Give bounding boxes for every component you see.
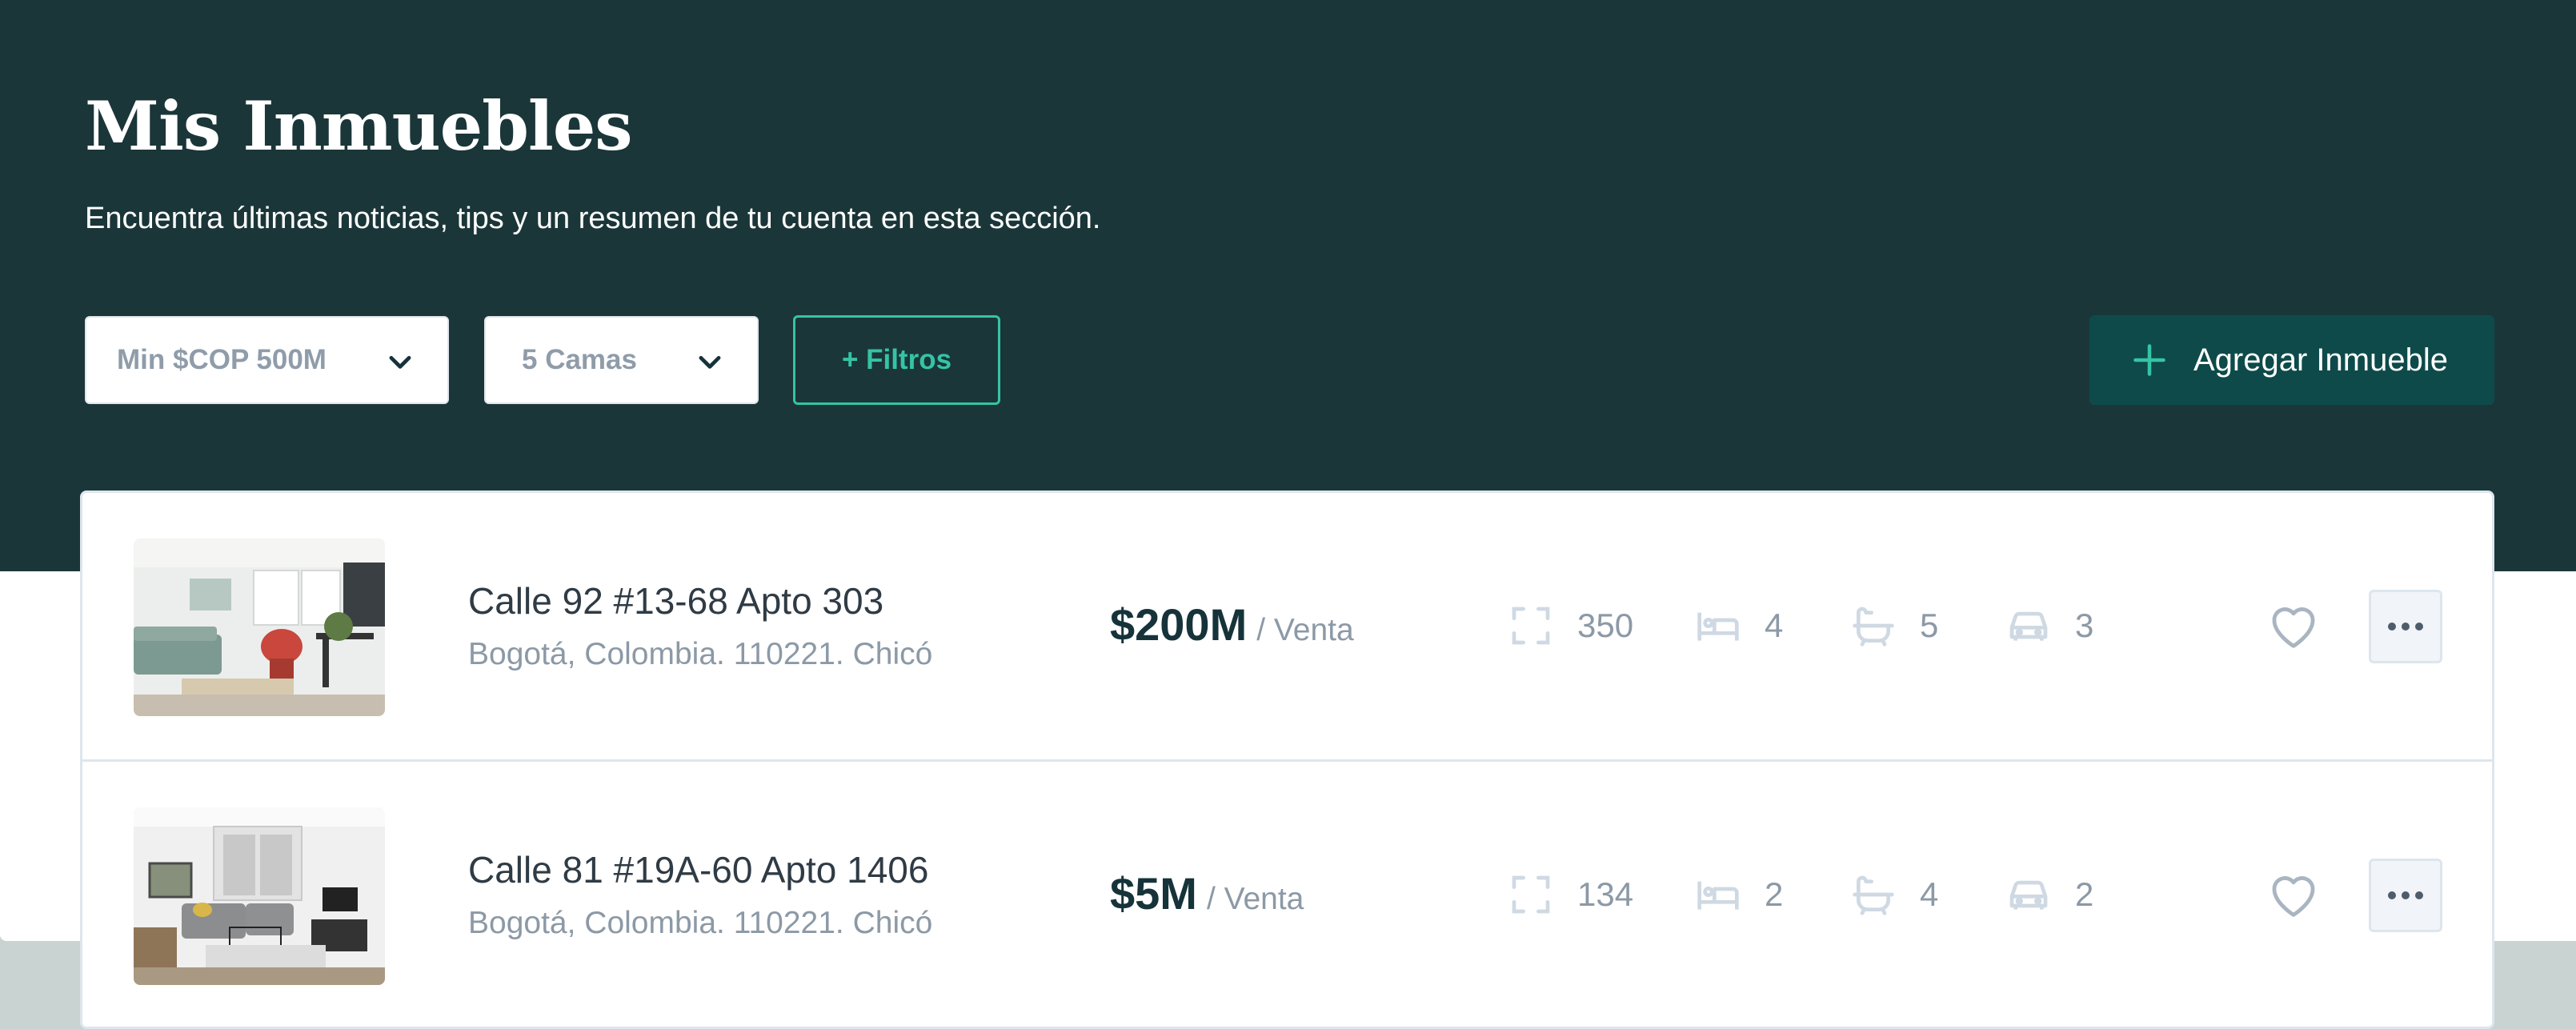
property-price: $200M / Venta	[1110, 599, 1354, 651]
parking-value: 2	[2075, 875, 2094, 913]
beds-select-value: 5 Camas	[522, 344, 637, 375]
beds-value: 4	[1765, 607, 1784, 644]
property-row[interactable]: Calle 81 #19A-60 Apto 1406 Bogotá, Colom…	[82, 762, 2492, 1027]
beds-select[interactable]: 5 Camas	[484, 316, 759, 404]
property-price: $5M / Venta	[1110, 867, 1304, 919]
more-filters-button[interactable]: + Filtros	[793, 315, 1000, 405]
min-price-select[interactable]: Min $COP 500M	[85, 316, 449, 404]
property-location: Bogotá, Colombia. 110221. Chicó	[468, 906, 933, 940]
min-price-select-value: Min $COP 500M	[117, 344, 327, 375]
property-address: Calle 92 #13-68 Apto 303	[468, 580, 884, 622]
property-photo	[134, 807, 385, 985]
price-value: $200M	[1110, 599, 1248, 650]
property-list: Calle 92 #13-68 Apto 303 Bogotá, Colombi…	[80, 490, 2494, 1029]
price-type: / Venta	[1256, 613, 1354, 647]
chevron-down-icon	[699, 355, 721, 369]
baths-stat: 5	[1851, 603, 1938, 648]
add-property-button[interactable]: Agregar Inmueble	[2089, 315, 2494, 405]
area-value: 350	[1577, 607, 1634, 644]
area-stat: 134	[1508, 872, 1633, 917]
property-photo	[134, 539, 385, 716]
parking-stat: 3	[2006, 603, 2093, 648]
bathtub-icon	[1853, 875, 1894, 915]
parking-value: 3	[2075, 607, 2094, 644]
bed-icon	[1697, 612, 1739, 641]
car-icon	[2009, 611, 2048, 641]
heart-icon[interactable]	[2268, 871, 2319, 919]
add-property-label: Agregar Inmueble	[2193, 342, 2448, 378]
area-value: 134	[1577, 875, 1634, 913]
property-location: Bogotá, Colombia. 110221. Chicó	[468, 637, 933, 671]
more-icon	[2388, 891, 2423, 899]
beds-stat: 2	[1696, 872, 1783, 917]
page-title: Mis Inmuebles	[85, 86, 633, 166]
baths-stat: 4	[1851, 872, 1938, 917]
area-stat: 350	[1508, 603, 1633, 648]
property-row[interactable]: Calle 92 #13-68 Apto 303 Bogotá, Colombi…	[82, 493, 2492, 762]
bed-icon	[1697, 881, 1739, 910]
chevron-down-icon	[389, 355, 411, 369]
baths-value: 5	[1920, 607, 1939, 644]
price-type: / Venta	[1206, 882, 1304, 916]
more-options-button[interactable]	[2369, 590, 2442, 663]
area-icon	[1512, 607, 1550, 645]
page-subtitle: Encuentra últimas noticias, tips y un re…	[85, 202, 1101, 235]
price-value: $5M	[1110, 868, 1197, 919]
beds-value: 2	[1765, 875, 1784, 913]
beds-stat: 4	[1696, 603, 1783, 648]
parking-stat: 2	[2006, 872, 2093, 917]
area-icon	[1512, 875, 1550, 914]
plus-icon	[2133, 344, 2165, 376]
more-options-button[interactable]	[2369, 859, 2442, 932]
bathtub-icon	[1853, 607, 1894, 647]
car-icon	[2009, 880, 2048, 910]
baths-value: 4	[1920, 875, 1939, 913]
heart-icon[interactable]	[2268, 602, 2319, 650]
property-address: Calle 81 #19A-60 Apto 1406	[468, 849, 929, 891]
more-icon	[2388, 623, 2423, 631]
